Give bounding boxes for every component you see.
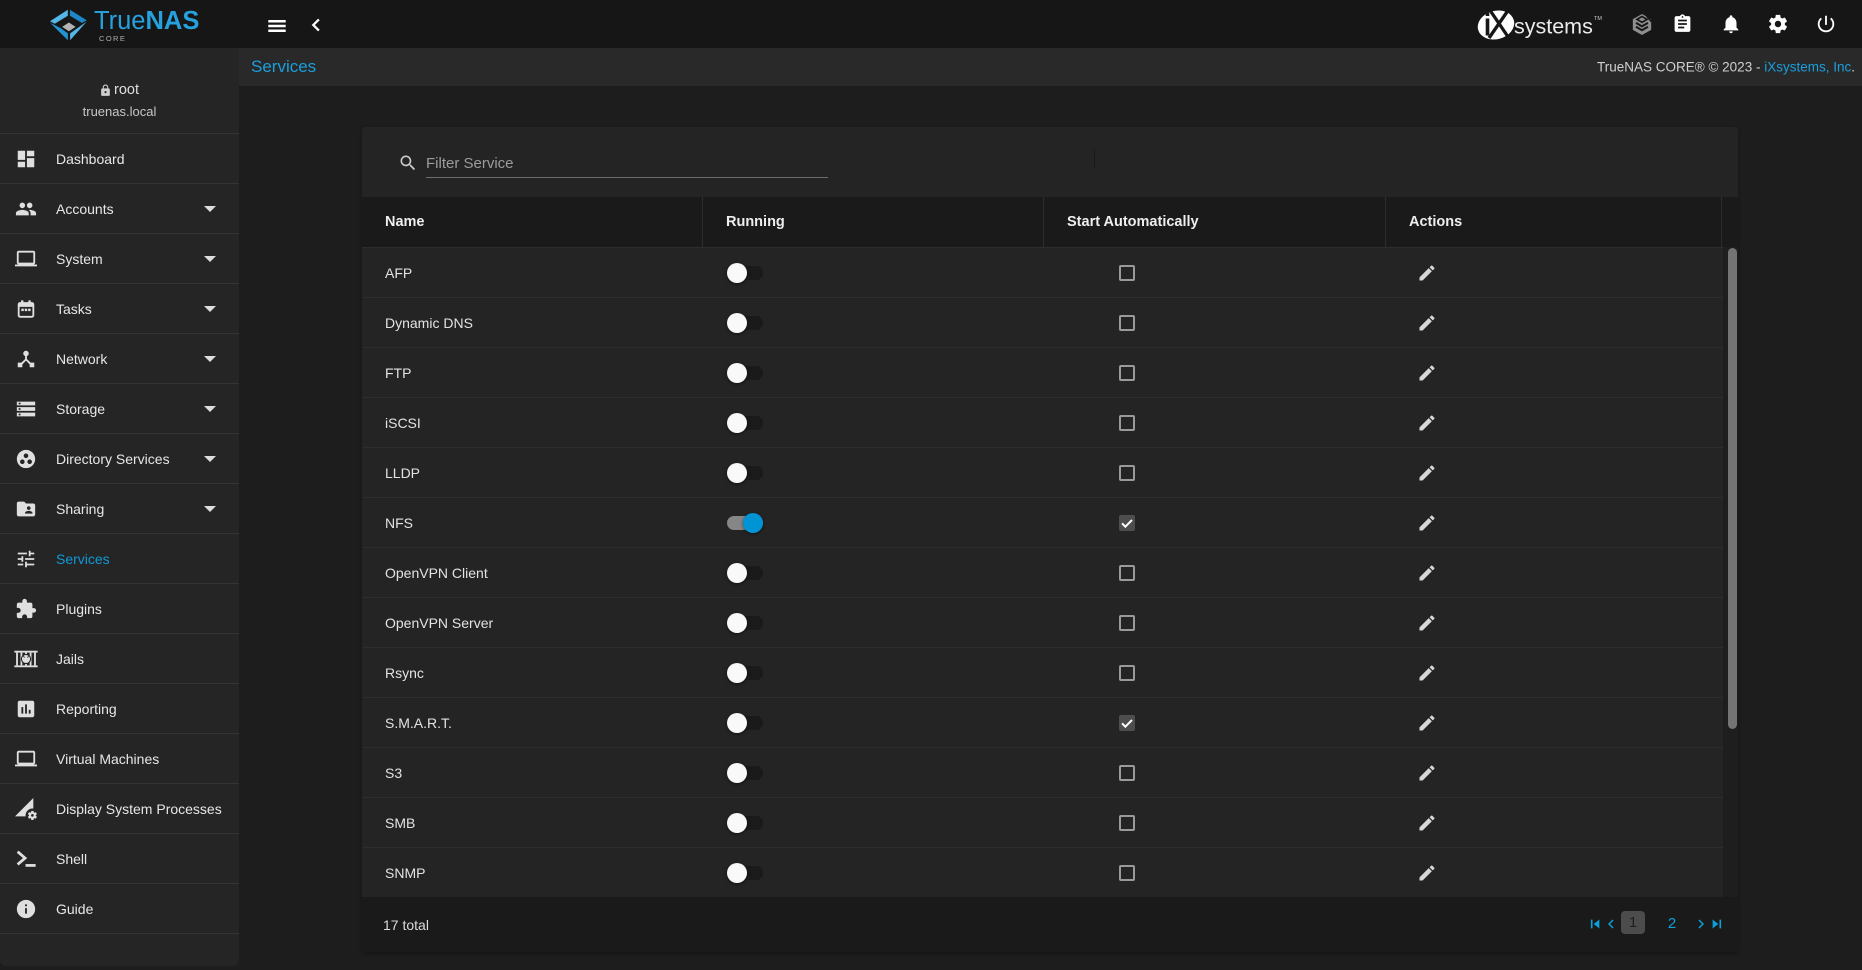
svg-text:systems: systems — [1514, 15, 1593, 39]
svg-text:TM: TM — [1594, 16, 1602, 22]
